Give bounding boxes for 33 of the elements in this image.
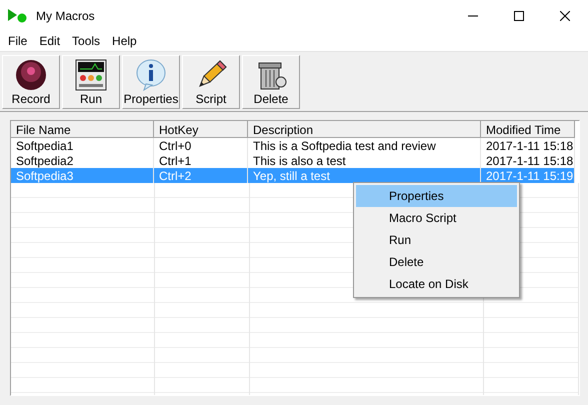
menu-item[interactable]: Tools [66, 32, 106, 51]
close-icon [560, 11, 570, 21]
table-cell: Ctrl+2 [154, 168, 248, 183]
control-panel-icon [74, 58, 108, 92]
menu-item[interactable]: File [2, 32, 34, 51]
table-cell: 2017-1-11 15:18 [481, 138, 575, 153]
window-title: My Macros [36, 9, 95, 23]
toolbar-button[interactable]: Properties [122, 55, 180, 109]
context-menu-item[interactable]: Locate on Disk [356, 273, 517, 295]
app-logo-icon [8, 9, 28, 23]
record-ball-icon [14, 58, 48, 92]
context-menu-item[interactable]: Run [356, 229, 517, 251]
context-menu-item[interactable]: Delete [356, 251, 517, 273]
column-header[interactable]: HotKey [154, 121, 248, 138]
menu-item[interactable]: Edit [33, 32, 66, 51]
table-cell: Ctrl+0 [154, 138, 248, 153]
maximize-icon [514, 11, 524, 21]
toolbar-button[interactable]: Record [2, 55, 60, 109]
table-cell: This is a Softpedia test and review [248, 138, 481, 153]
toolbar-button[interactable]: Delete [242, 55, 300, 109]
table-cell: Softpedia3 [11, 168, 154, 183]
menu-item[interactable]: Help [106, 32, 143, 51]
table-cell: Yep, still a test [248, 168, 481, 183]
info-bubble-icon [134, 58, 168, 92]
column-header[interactable]: Modified Time [481, 121, 575, 138]
table-cell: 2017-1-11 15:19 [481, 168, 575, 183]
context-menu-item[interactable]: Macro Script [356, 207, 517, 229]
context-menu-item[interactable]: Properties [356, 185, 517, 207]
column-header[interactable]: File Name [11, 121, 154, 138]
table-cell: Softpedia1 [11, 138, 154, 153]
toolbar-button[interactable]: Run [62, 55, 120, 109]
column-header[interactable]: Description [248, 121, 481, 138]
toolbar-button[interactable]: Script [182, 55, 240, 109]
